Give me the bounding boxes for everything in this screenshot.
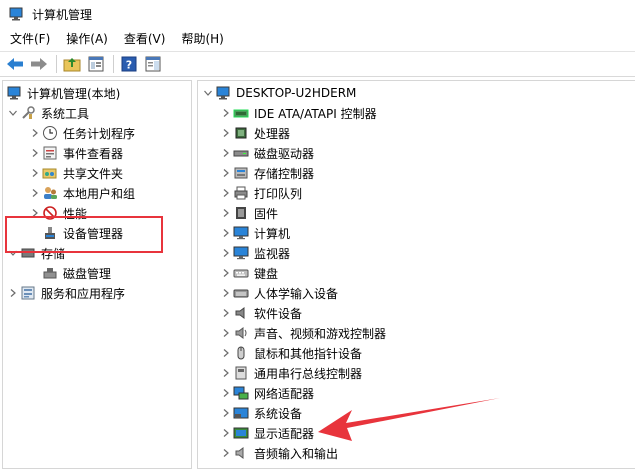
annotation-arrow <box>318 398 500 441</box>
